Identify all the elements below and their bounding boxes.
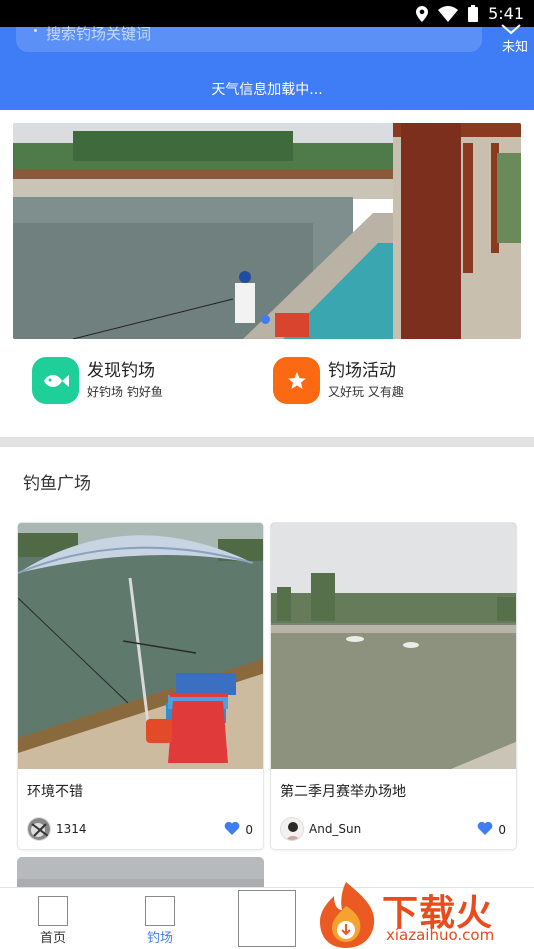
- shortcut-subtitle: 又好玩 又有趣: [328, 385, 404, 399]
- nav-label: 首页: [39, 931, 66, 946]
- clock-time: 5:41: [488, 4, 524, 23]
- nav-label: 钓场: [146, 931, 173, 946]
- discover-spots-shortcut[interactable]: 发现钓场 好钓场 钓好鱼: [32, 357, 163, 404]
- header: 搜索钓场关键词 未知 天气信息加载中...: [0, 24, 534, 110]
- nav-home[interactable]: 首页: [23, 896, 83, 946]
- like-button[interactable]: 0: [224, 821, 253, 838]
- post-card[interactable]: 环境不错 1314 0: [17, 522, 264, 850]
- search-input[interactable]: 搜索钓场关键词: [16, 27, 482, 52]
- post-card[interactable]: 第二季月赛举办场地 And_Sun 0: [270, 522, 517, 850]
- banner-carousel[interactable]: [13, 123, 521, 339]
- weather-status: 未知: [501, 40, 528, 55]
- post-title: 环境不错: [27, 784, 83, 800]
- battery-icon: [468, 5, 479, 22]
- avatar[interactable]: [280, 817, 304, 841]
- search-placeholder: 搜索钓场关键词: [46, 25, 152, 43]
- watermark-url: xiazaihuo.com: [386, 926, 495, 944]
- post-photo: [271, 523, 516, 769]
- spot-activities-shortcut[interactable]: 钓场活动 又好玩 又有趣: [273, 357, 404, 404]
- post-photo: [18, 523, 263, 769]
- section-divider: [0, 437, 534, 447]
- nav-center-button[interactable]: [238, 890, 296, 947]
- search-icon: [34, 29, 37, 32]
- shortcut-subtitle: 好钓场 钓好鱼: [87, 385, 163, 399]
- fish-icon: [32, 357, 79, 404]
- status-bar: 5:41: [0, 0, 534, 27]
- avatar[interactable]: [27, 817, 51, 841]
- plaza-title: 钓鱼广场: [23, 474, 91, 494]
- nav-spots[interactable]: 钓场: [130, 896, 190, 946]
- post-username: And_Sun: [309, 822, 362, 836]
- wifi-icon: [438, 5, 459, 22]
- carousel-indicator[interactable]: [261, 315, 270, 324]
- post-username: 1314: [56, 822, 87, 836]
- like-count: 0: [498, 822, 506, 837]
- shortcut-title: 钓场活动: [328, 361, 396, 381]
- like-count: 0: [245, 822, 253, 837]
- location-icon: [416, 5, 429, 22]
- spots-icon: [145, 896, 175, 926]
- home-icon: [38, 896, 68, 926]
- flame-logo-icon: [320, 882, 375, 948]
- star-icon: [273, 357, 320, 404]
- like-button[interactable]: 0: [477, 821, 506, 838]
- heart-icon: [477, 821, 493, 838]
- watermark: 下载火 xiazaihuo.com: [316, 880, 534, 949]
- heart-icon: [224, 821, 240, 838]
- shortcut-title: 发现钓场: [87, 361, 155, 381]
- weather-loading-text: 天气信息加载中...: [211, 82, 323, 98]
- post-title: 第二季月赛举办场地: [280, 784, 406, 800]
- banner-image: [13, 123, 521, 339]
